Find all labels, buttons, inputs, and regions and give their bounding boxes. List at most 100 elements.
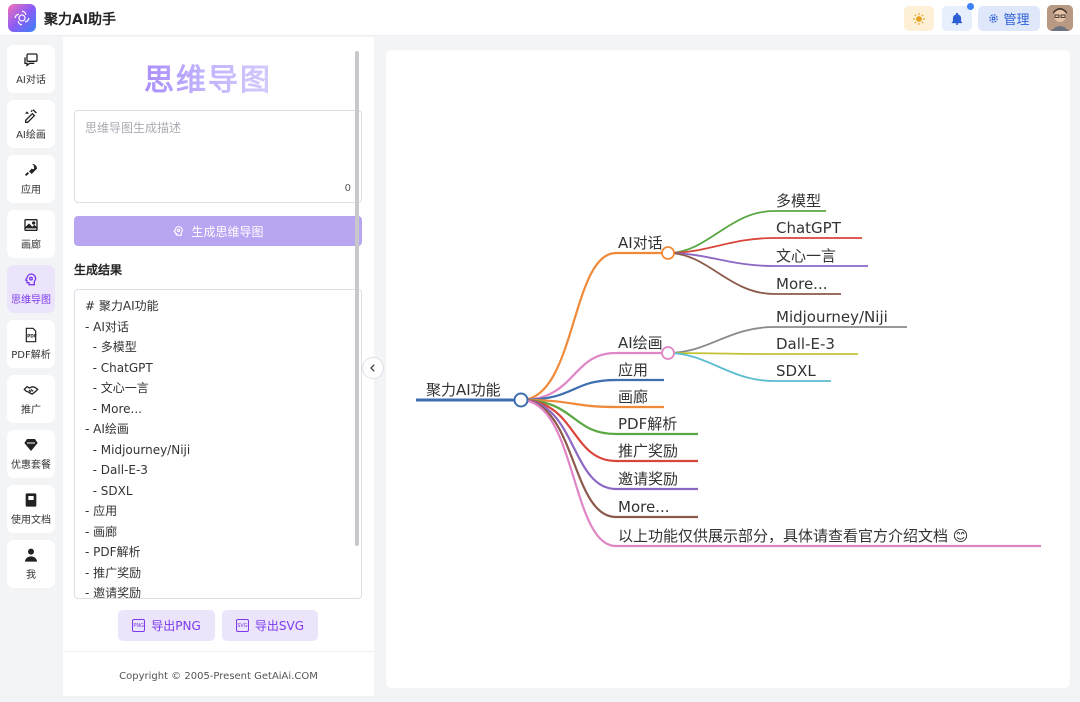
mindmap-branch-connector [520, 398, 617, 548]
nav-label: 使用文档 [11, 515, 51, 526]
result-line: - Midjourney/Niji [85, 442, 191, 457]
admin-label: 管理 [1003, 13, 1030, 28]
svg-text:PDF: PDF [27, 334, 37, 340]
mindmap-branch-label: AI对话 [618, 234, 663, 252]
mindmap-branch-label: More... [618, 498, 670, 516]
notification-dot [967, 3, 974, 10]
panel-title: 思维导图 [63, 55, 353, 99]
bell-icon [951, 12, 963, 25]
nav-label: 优惠套餐 [11, 460, 51, 471]
mindmap-child-connector [667, 352, 775, 382]
panel-scrollbar[interactable] [355, 51, 359, 546]
png-file-icon: PNG [132, 619, 146, 632]
mindmap-child-label: ChatGPT [776, 219, 842, 237]
mindmap-svg[interactable]: AI对话 多模型 ChatGPT 文心一言 More... AI绘画 Midjourney/… [386, 50, 1070, 688]
nav-item-promote[interactable]: 推广 [7, 375, 55, 423]
nav-item-me[interactable]: 我 [7, 540, 55, 588]
brain-icon [173, 225, 184, 236]
mindmap-root-label: 聚力AI功能 [426, 381, 501, 399]
nav-item-docs[interactable]: 使用文档 [7, 485, 55, 533]
mindmap-panel: 思维导图 思维导图生成描述 0 生成思维导图 生成结果 # 聚力AI功能 - A… [63, 37, 374, 696]
nav-label: 应用 [21, 185, 41, 196]
mindmap-branch-label: 应用 [618, 361, 648, 379]
nav-label: 画廊 [21, 240, 41, 251]
app-logo-icon[interactable] [8, 4, 36, 32]
mindmap-branch-node [661, 246, 675, 260]
result-line: - 文心一言 [85, 381, 149, 395]
rocket-icon [25, 164, 37, 176]
result-line: - 画廊 [85, 524, 118, 539]
result-line: - AI绘画 [85, 422, 129, 436]
nav-label: AI绘画 [16, 130, 46, 141]
mindmap-branch-label: AI绘画 [618, 334, 663, 352]
mindmap-branch-connector [520, 251, 617, 402]
handshake-icon [23, 385, 39, 395]
generate-label: 生成思维导图 [191, 224, 264, 239]
user-icon [25, 548, 37, 562]
svg-file-icon: SVG [235, 619, 249, 632]
top-bar: 聚力AI助手 管理 [0, 0, 1080, 36]
chevron-left-icon [370, 364, 375, 372]
export-png-button[interactable]: PNG 导出PNG [118, 610, 215, 641]
result-textarea[interactable]: # 聚力AI功能 - AI对话 - 多模型 - ChatGPT - 文心一言 -… [74, 289, 362, 599]
copyright-footer: Copyright © 2005-Present GetAiAi.COM [63, 651, 374, 696]
mindmap-canvas[interactable]: AI对话 多模型 ChatGPT 文心一言 More... AI绘画 Midjourney/… [386, 50, 1070, 688]
nav-label: 推广 [21, 405, 41, 416]
mindmap-child-label: Dall-E-3 [776, 335, 835, 353]
nav-item-ai-chat[interactable]: AI对话 [7, 45, 55, 93]
user-avatar[interactable] [1047, 5, 1073, 31]
nav-item-plans[interactable]: 优惠套餐 [7, 430, 55, 478]
app-title: 聚力AI助手 [44, 12, 117, 28]
theme-toggle-button[interactable] [904, 6, 934, 31]
mindmap-child-label: SDXL [776, 362, 816, 380]
mindmap-child-connector [667, 326, 775, 354]
result-line: - 邀请奖励 [85, 586, 142, 599]
admin-button[interactable]: 管理 [978, 6, 1040, 31]
nav-label: PDF解析 [11, 350, 51, 361]
nav-label: 思维导图 [11, 295, 51, 306]
export-svg-button[interactable]: SVG 导出SVG [222, 610, 318, 641]
description-placeholder: 思维导图生成描述 [85, 121, 182, 135]
mindmap-branch-label: 推广奖励 [618, 442, 678, 460]
result-line: - Dall-E-3 [85, 463, 148, 477]
mindmap-branch-label: 邀请奖励 [618, 470, 678, 488]
paint-icon [25, 109, 37, 123]
gear-icon [989, 14, 999, 23]
nav-item-gallery[interactable]: 画廊 [7, 210, 55, 258]
left-nav: AI对话 AI绘画 应用 画廊 思维导图 PDF PDF解析 推广 优惠套餐 使… [0, 37, 62, 696]
mindmap-branch-label: 画廊 [618, 388, 648, 406]
nav-item-mindmap[interactable]: 思维导图 [7, 265, 55, 313]
mindmap-child-label: Midjourney/Niji [776, 308, 888, 326]
result-line: - 应用 [85, 504, 118, 518]
sun-icon [913, 12, 925, 25]
mindmap-branch-label: PDF解析 [618, 415, 677, 433]
nav-item-pdf[interactable]: PDF PDF解析 [7, 320, 55, 368]
notification-button[interactable] [942, 3, 974, 31]
mindmap-root-node [513, 392, 529, 408]
mindmap-child-connector [667, 210, 775, 254]
generate-mindmap-button[interactable]: 生成思维导图 [74, 216, 362, 246]
mindmap-child-label: More... [776, 275, 828, 293]
mindmap-icon [24, 273, 37, 286]
mindmap-branch-node [661, 346, 675, 360]
book-icon [25, 493, 37, 507]
pdf-icon: PDF [25, 327, 37, 343]
diamond-icon [24, 439, 38, 451]
export-svg-label: 导出SVG [254, 619, 305, 633]
chat-icon [24, 53, 38, 67]
nav-item-ai-paint[interactable]: AI绘画 [7, 100, 55, 148]
mindmap-child-label: 文心一言 [776, 247, 836, 265]
collapse-panel-button[interactable] [362, 357, 384, 379]
export-png-label: 导出PNG [151, 619, 201, 633]
result-line: # 聚力AI功能 [85, 299, 159, 313]
result-line: - 推广奖励 [85, 565, 142, 580]
nav-item-apps[interactable]: 应用 [7, 155, 55, 203]
nav-label: AI对话 [16, 75, 46, 86]
mindmap-branch-label: 以上功能仅供展示部分，具体请查看官方介绍文档 😊 [618, 527, 968, 545]
result-line: - AI对话 [85, 319, 129, 334]
result-line: - 多模型 [85, 340, 137, 354]
char-count: 0 [344, 183, 351, 194]
result-line: - SDXL [85, 483, 133, 498]
result-line: - PDF解析 [85, 545, 141, 559]
description-input[interactable]: 思维导图生成描述 0 [74, 110, 362, 203]
